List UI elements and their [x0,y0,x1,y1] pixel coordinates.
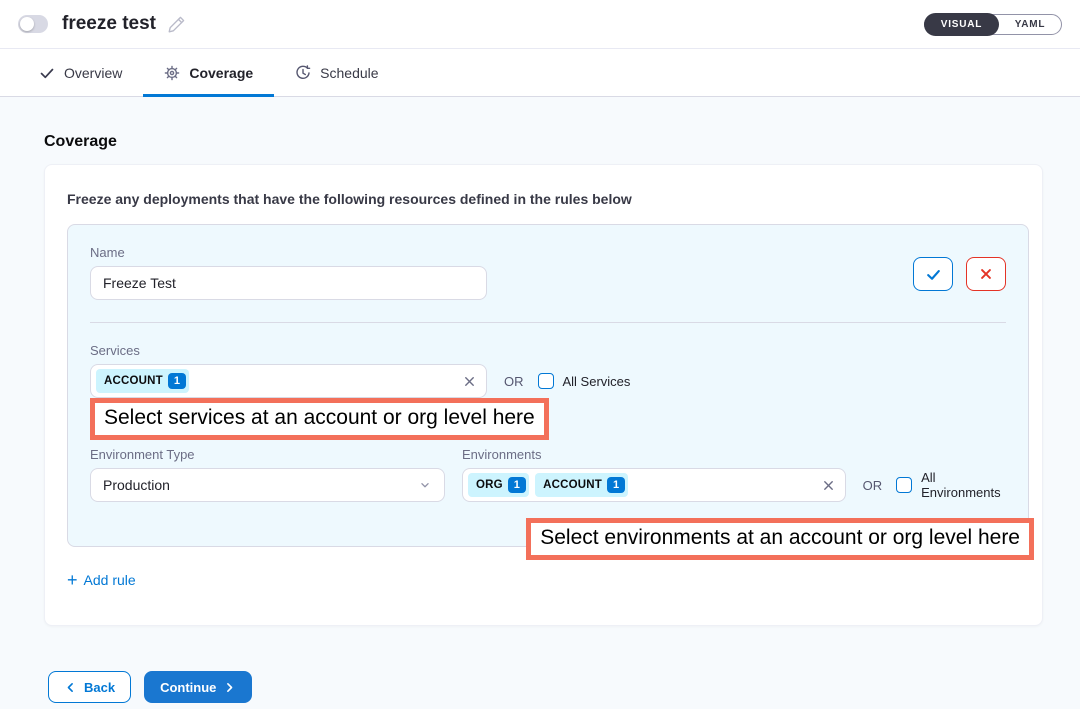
freeze-rule-card: Name Se [67,224,1029,547]
tab-coverage[interactable]: Coverage [143,49,274,96]
chevron-right-icon [223,681,236,694]
services-tag-scope: ACCOUNT [104,375,163,387]
chevron-down-icon [418,478,432,492]
all-environments-checkbox[interactable] [896,477,912,493]
environments-row-inner: ORG 1 ACCOUNT 1 OR [462,468,1015,502]
rule-name-field-group: Name [90,245,487,300]
plus-icon: + [67,571,78,589]
yaml-mode-button[interactable]: YAML [999,14,1061,35]
coverage-description: Freeze any deployments that have the fol… [67,191,1029,224]
edit-title-icon[interactable] [167,15,186,34]
all-services-checkbox[interactable] [538,373,554,389]
freeze-title: freeze test [62,13,156,35]
environments-account-count: 1 [607,477,625,493]
freeze-enabled-toggle[interactable] [18,15,48,33]
gear-icon [164,65,180,81]
delete-x-icon [979,267,993,281]
services-tag-count: 1 [168,373,186,389]
schedule-clock-icon [295,65,311,81]
confirm-check-icon [925,266,942,283]
view-mode-toggle: VISUAL YAML [924,14,1062,35]
continue-button-label: Continue [160,680,216,695]
environments-account-scope: ACCOUNT [543,479,602,491]
tab-schedule[interactable]: Schedule [274,49,399,96]
add-rule-button[interactable]: + Add rule [67,571,136,589]
tab-schedule-label: Schedule [320,65,378,81]
confirm-rule-button[interactable] [913,257,953,291]
services-multiselect[interactable]: ACCOUNT 1 [90,364,487,398]
back-button[interactable]: Back [48,671,131,703]
environment-type-value: Production [103,477,170,493]
environments-org-count: 1 [508,477,526,493]
tab-coverage-label: Coverage [189,65,253,81]
wizard-footer: Back Continue [48,671,1043,703]
environment-type-label: Environment Type [90,447,445,462]
services-or-label: OR [504,374,524,389]
environment-type-select[interactable]: Production [90,468,445,502]
environment-type-field-group: Environment Type Production [90,447,445,502]
freeze-header: freeze test VISUAL YAML [0,0,1080,49]
environments-or-label: OR [863,478,883,493]
tab-overview[interactable]: Overview [18,49,143,96]
environments-multiselect[interactable]: ORG 1 ACCOUNT 1 [462,468,846,502]
all-environments-label[interactable]: All Environments [921,470,1015,500]
chevron-left-icon [64,681,77,694]
rule-action-buttons [913,257,1006,291]
name-label: Name [90,245,487,260]
continue-button[interactable]: Continue [144,671,252,703]
environment-row: Environment Type Production Environments… [90,447,1006,502]
rule-name-input[interactable] [90,266,487,300]
freeze-tab-bar: Overview Coverage Schedule [0,49,1080,97]
toggle-knob [20,17,34,31]
add-rule-label: Add rule [84,572,136,588]
visual-mode-button[interactable]: VISUAL [924,13,999,36]
services-label: Services [90,343,1006,358]
back-button-label: Back [84,680,115,695]
environments-field-group: Environments ORG 1 ACCOUNT 1 [462,447,1015,502]
services-annotation-callout: Select services at an account or org lev… [90,398,549,440]
environments-clear-icon[interactable] [822,479,835,492]
environments-account-tag[interactable]: ACCOUNT 1 [535,473,628,497]
tab-overview-label: Overview [64,65,122,81]
coverage-page: Coverage Freeze any deployments that hav… [0,97,1080,703]
check-icon [39,65,55,81]
services-scope-tag[interactable]: ACCOUNT 1 [96,369,189,393]
services-row: ACCOUNT 1 OR All Services [90,364,1006,398]
coverage-section-title: Coverage [44,133,1043,151]
all-services-label[interactable]: All Services [563,374,631,389]
services-clear-icon[interactable] [463,375,476,388]
environments-org-scope: ORG [476,479,503,491]
delete-rule-button[interactable] [966,257,1006,291]
rule-name-row: Name [90,245,1006,300]
environments-annotation-callout: Select environments at an account or org… [526,518,1034,560]
rule-divider [90,322,1006,323]
environments-org-tag[interactable]: ORG 1 [468,473,529,497]
coverage-card: Freeze any deployments that have the fol… [44,164,1043,626]
environments-label: Environments [462,447,1015,462]
